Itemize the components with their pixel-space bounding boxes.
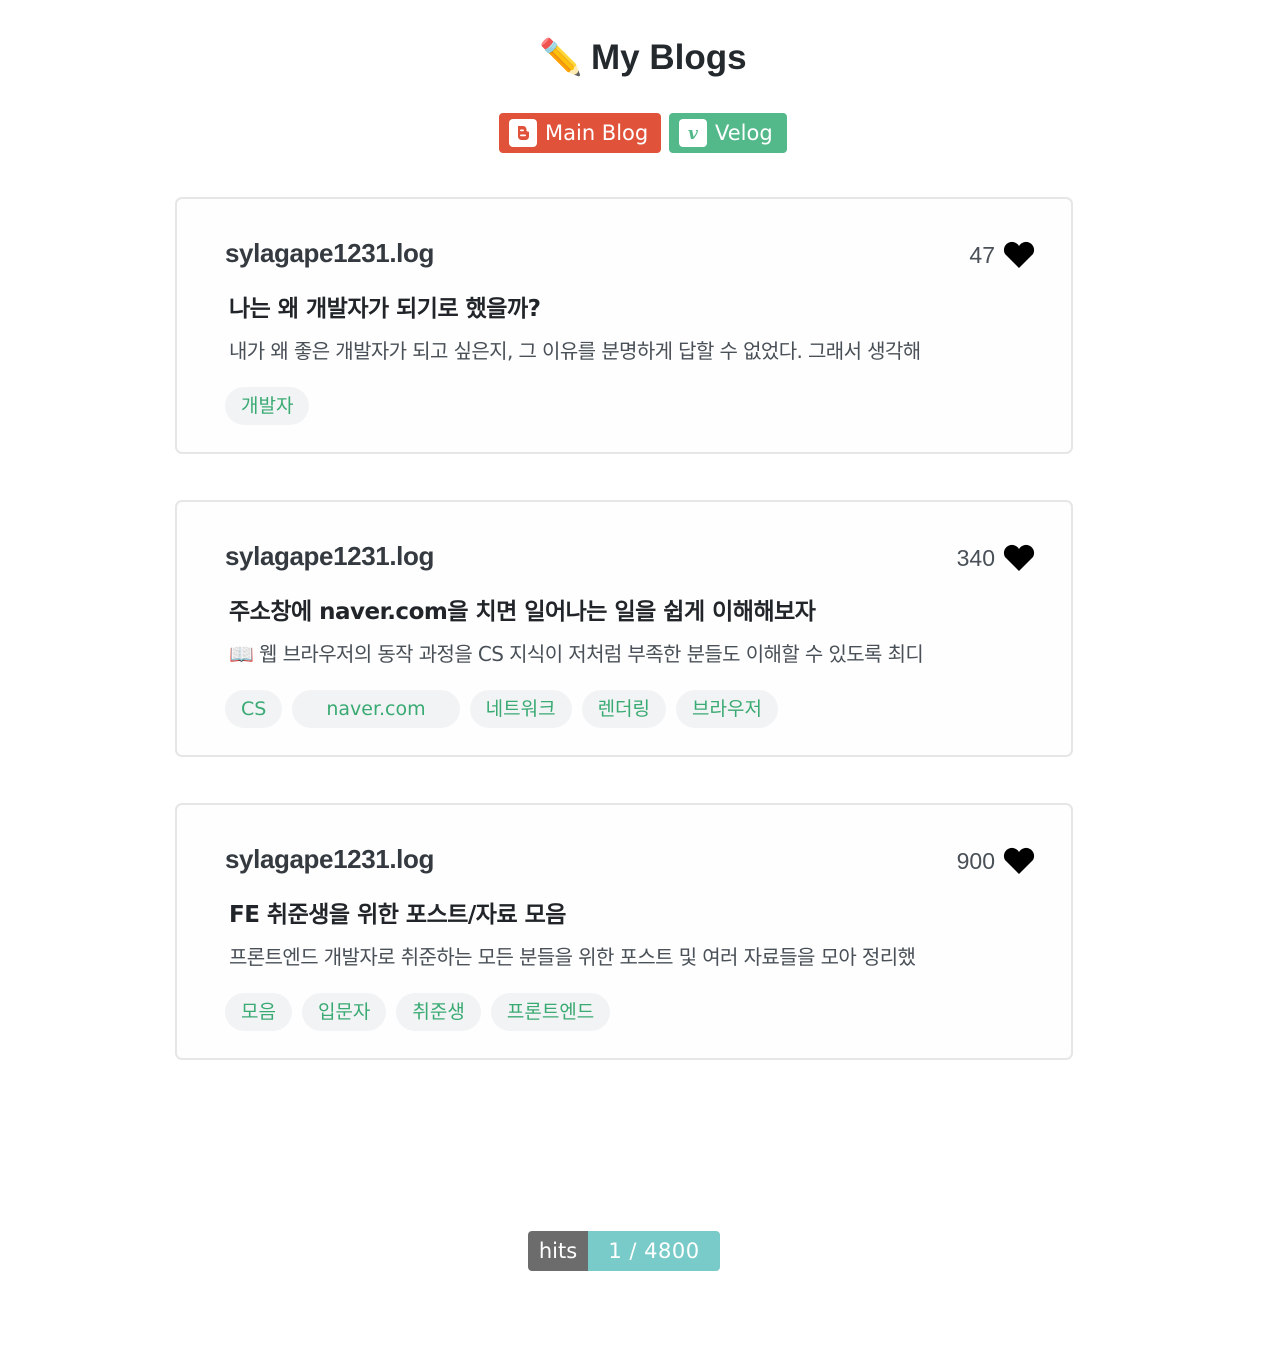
post-title[interactable]: 나는 왜 개발자가 되기로 했을까? [229,289,541,323]
post-description: 프론트엔드 개발자로 취준하는 모든 분들을 위한 포스트 및 여러 자료들을 … [229,945,916,969]
main-blog-badge[interactable]: Main Blog [499,113,661,153]
heart-icon [1003,241,1035,268]
tag[interactable]: 렌더링 [581,690,667,728]
likes: 900 [957,847,1035,875]
likes: 47 [969,241,1035,269]
post-title[interactable]: FE 취준생을 위한 포스트/자료 모음 [229,895,566,929]
post-card[interactable]: sylagape1231.log 340 주소창에 naver.com을 치면 … [175,500,1073,757]
tag[interactable]: naver.com [292,690,460,728]
tag[interactable]: CS [225,690,283,728]
heart-icon [1003,847,1035,874]
hits-counter-badge: hits 1 / 4800 [528,1231,720,1271]
page-title-text: My Blogs [591,38,747,77]
post-author[interactable]: sylagape1231.log [225,541,434,572]
post-card[interactable]: sylagape1231.log 47 나는 왜 개발자가 되기로 했을까? 내… [175,197,1073,454]
hits-value: 1 / 4800 [588,1231,720,1271]
tag[interactable]: 프론트엔드 [490,993,611,1031]
hits-label: hits [528,1231,588,1271]
post-description: 내가 왜 좋은 개발자가 되고 싶은지, 그 이유를 분명하게 답할 수 없었다… [229,339,921,363]
post-description: 📖 웹 브라우저의 동작 과정을 CS 지식이 저처럼 부족한 분들도 이해할 … [229,642,924,666]
velog-label: Velog [715,121,773,145]
post-author[interactable]: sylagape1231.log [225,844,434,875]
tag[interactable]: 모음 [225,993,292,1031]
tag[interactable]: 취준생 [396,993,481,1031]
page-title: ✏️ My Blogs [0,30,1286,86]
likes: 340 [957,544,1035,572]
velog-icon: v [679,119,707,147]
tag-list: CS naver.com 네트워크 렌더링 브라우저 [225,690,778,728]
heart-icon [1003,544,1035,571]
post-card[interactable]: sylagape1231.log 900 FE 취준생을 위한 포스트/자료 모… [175,803,1073,1060]
likes-count: 47 [969,241,995,268]
main-blog-label: Main Blog [545,121,649,145]
tag[interactable]: 네트워크 [469,690,572,728]
tag-list: 모음 입문자 취준생 프론트엔드 [225,993,611,1031]
likes-count: 900 [956,847,995,874]
likes-count: 340 [956,544,995,571]
svg-text:v: v [688,124,699,144]
tag[interactable]: 입문자 [301,993,387,1031]
post-title[interactable]: 주소창에 naver.com을 치면 일어나는 일을 쉽게 이해해보자 [229,592,816,626]
tag[interactable]: 개발자 [225,387,310,425]
post-author[interactable]: sylagape1231.log [225,238,434,269]
tag-list: 개발자 [225,387,310,425]
blog-links: Main Blog v Velog [0,113,1286,153]
pencil-icon: ✏️ [539,38,583,77]
velog-badge[interactable]: v Velog [669,113,787,153]
tag[interactable]: 브라우저 [676,690,778,728]
blogger-icon [509,119,537,147]
